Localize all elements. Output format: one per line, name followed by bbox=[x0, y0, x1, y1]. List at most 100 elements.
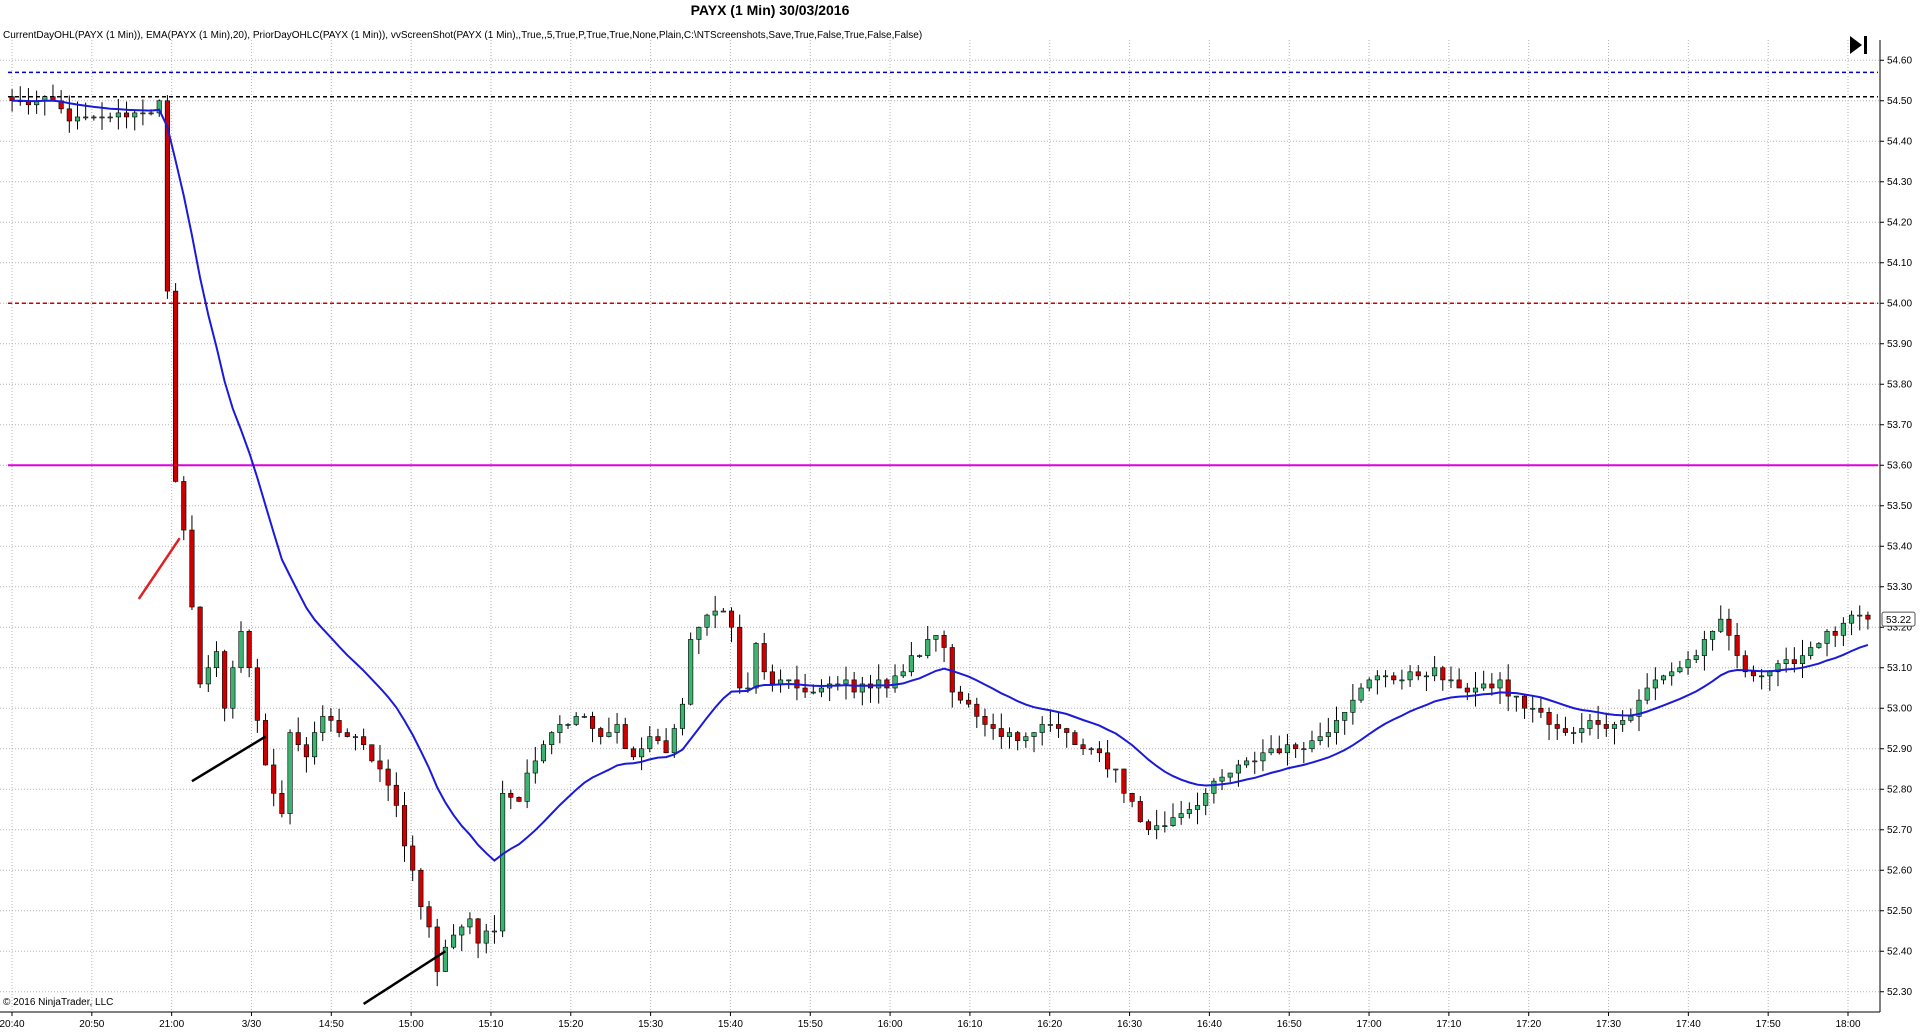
candle-up bbox=[696, 626, 702, 640]
x-tick-label: 17:20 bbox=[1516, 1019, 1541, 1030]
candle-down bbox=[598, 728, 604, 737]
candle-up bbox=[1652, 679, 1658, 689]
candle-up bbox=[1203, 792, 1209, 806]
candle-down bbox=[1726, 618, 1732, 636]
candle-up bbox=[810, 691, 816, 694]
candle-up bbox=[1260, 752, 1266, 762]
candle-down bbox=[998, 728, 1004, 737]
candle-down bbox=[303, 744, 309, 758]
candle-up bbox=[1669, 671, 1675, 677]
candle-down bbox=[1145, 821, 1152, 831]
candle-up bbox=[1513, 695, 1519, 698]
candle-up bbox=[1783, 659, 1789, 665]
candle-down bbox=[508, 792, 514, 798]
x-tick-label: 18:00 bbox=[1835, 1019, 1860, 1030]
candle-up bbox=[1587, 720, 1593, 729]
candle-up bbox=[1047, 724, 1053, 726]
candle-up bbox=[1088, 748, 1094, 751]
candle-up bbox=[876, 679, 882, 689]
candle-up bbox=[140, 112, 146, 115]
candle-down bbox=[884, 679, 890, 689]
candle-down bbox=[336, 720, 342, 733]
candle-up bbox=[483, 930, 489, 944]
x-tick-label: 17:50 bbox=[1756, 1019, 1781, 1030]
trendline-drawing bbox=[137, 537, 181, 600]
candle-down bbox=[1015, 732, 1021, 741]
candle-down bbox=[361, 736, 367, 745]
candle-up bbox=[1685, 659, 1691, 669]
candle-up bbox=[1170, 817, 1176, 826]
candle-down bbox=[295, 732, 301, 745]
y-tick-label: 53.50 bbox=[1887, 501, 1912, 512]
candle-up bbox=[1472, 687, 1479, 693]
x-tick-label: 21:00 bbox=[159, 1019, 184, 1030]
candle-down bbox=[1546, 711, 1552, 725]
candle-down bbox=[328, 716, 334, 721]
y-tick-label: 52.30 bbox=[1887, 987, 1912, 998]
y-tick-label: 53.70 bbox=[1887, 420, 1912, 431]
candle-down bbox=[982, 716, 988, 725]
candle-up bbox=[818, 687, 825, 693]
x-tick-label: 15:10 bbox=[478, 1019, 503, 1030]
candle-down bbox=[1064, 728, 1070, 733]
candle-down bbox=[271, 764, 277, 794]
candle-down bbox=[393, 784, 399, 806]
candle-down bbox=[622, 724, 628, 750]
trendline-drawing bbox=[191, 735, 267, 783]
candle-down bbox=[222, 651, 228, 709]
candle-up bbox=[115, 112, 121, 118]
y-tick-label: 52.40 bbox=[1887, 946, 1912, 957]
x-tick-label: 15:50 bbox=[798, 1019, 823, 1030]
candle-up bbox=[671, 728, 677, 754]
scroll-to-end-button[interactable] bbox=[1848, 34, 1870, 56]
candle-up bbox=[1317, 736, 1323, 741]
horizontal-levels bbox=[8, 71, 1878, 467]
x-tick-label: 14:50 bbox=[319, 1019, 344, 1030]
candle-up bbox=[786, 679, 792, 682]
candle-up bbox=[238, 630, 244, 669]
candle-up bbox=[459, 926, 465, 936]
candle-down bbox=[1415, 671, 1421, 677]
candle-up bbox=[1644, 687, 1650, 701]
candle-down bbox=[1489, 683, 1495, 689]
candle-up bbox=[83, 116, 89, 119]
y-tick-label: 53.10 bbox=[1887, 663, 1912, 674]
y-tick-label: 53.30 bbox=[1887, 582, 1912, 593]
candle-down bbox=[1121, 768, 1127, 794]
candle-down bbox=[189, 529, 195, 608]
candle-down bbox=[769, 671, 775, 685]
y-tick-label: 54.00 bbox=[1887, 298, 1912, 309]
x-tick-label: 15:00 bbox=[399, 1019, 424, 1030]
candle-up bbox=[1701, 639, 1707, 656]
candle-up bbox=[524, 772, 530, 802]
candle-up bbox=[581, 716, 587, 718]
x-tick-label: 15:20 bbox=[558, 1019, 583, 1030]
x-tick-label: 17:30 bbox=[1596, 1019, 1621, 1030]
candle-up bbox=[1113, 768, 1119, 771]
candle-up bbox=[720, 610, 726, 613]
candle-up bbox=[573, 716, 579, 725]
end-bar-icon bbox=[1864, 36, 1867, 54]
candle-up bbox=[1497, 679, 1503, 689]
candle-down bbox=[630, 748, 636, 758]
candle-up bbox=[287, 732, 293, 814]
candle-up bbox=[1252, 760, 1258, 763]
candle-down bbox=[1456, 679, 1462, 689]
candle-up bbox=[1710, 630, 1716, 640]
price-chart[interactable]: 54.60 54.50 54.40 54.30 54.20 54.10 54.00 53.90… bbox=[0, 0, 1920, 1034]
candle-up bbox=[132, 112, 138, 118]
candle-down bbox=[1554, 724, 1560, 729]
candle-up bbox=[99, 116, 105, 119]
candle-down bbox=[516, 797, 522, 802]
candle-down bbox=[197, 606, 203, 685]
y-tick-label: 52.60 bbox=[1887, 865, 1912, 876]
candle-up bbox=[614, 724, 620, 733]
x-axis-ticks: 20:40 20:50 21:00 3/30 14:50 15:00 15:10 15:20 1… bbox=[0, 1012, 1861, 1030]
candle-up bbox=[1448, 679, 1454, 682]
candle-down bbox=[1464, 687, 1470, 693]
candle-up bbox=[679, 703, 686, 729]
candle-down bbox=[655, 736, 661, 741]
candle-down bbox=[434, 926, 440, 972]
y-tick-label: 52.70 bbox=[1887, 825, 1912, 836]
x-tick-label: 16:40 bbox=[1197, 1019, 1222, 1030]
